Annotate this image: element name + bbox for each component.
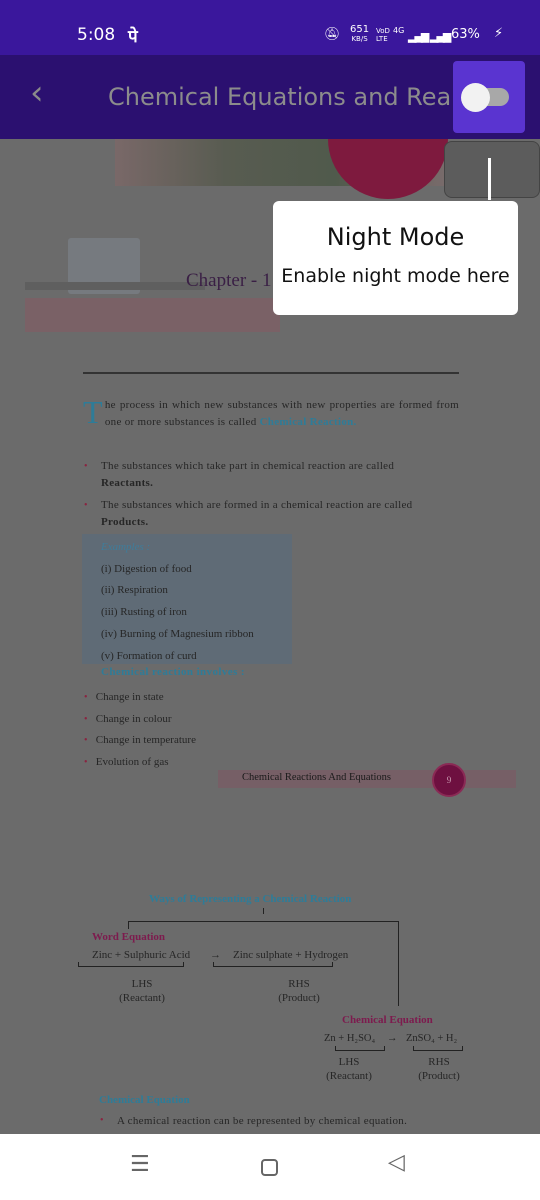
list-item-text: Evolution of gas (95, 756, 169, 769)
word-rhs: Zinc sulphate + Hydrogen (233, 949, 349, 961)
connector-left (128, 921, 129, 929)
home-button[interactable] (261, 1159, 278, 1176)
chem-lhs-label: LHS (Reactant) (318, 1055, 380, 1083)
arrow-line (263, 908, 264, 914)
chem-rhs-bracket (413, 1046, 463, 1051)
back-nav-button[interactable]: ◁ (388, 1150, 405, 1175)
header-box (444, 141, 540, 198)
arrow: → (210, 949, 221, 961)
tooltip-pointer (488, 158, 491, 200)
back-button[interactable]: ‹ (30, 73, 44, 113)
divider (83, 372, 459, 374)
navigation-bar: ☰ ◁ (0, 1134, 540, 1200)
chem-arrow: → (387, 1033, 398, 1044)
reactant-label: (Reactant) (326, 1070, 372, 1082)
list-item-text: Change in temperature (95, 734, 196, 747)
chapter-title-band (25, 298, 280, 332)
rhs-label: RHS (428, 1056, 450, 1068)
signal-icon-2: ▂▄▆ (430, 30, 451, 43)
status-bar: 5:08 पे 🔕︎ 651 KB/S VoD LTE 4G ▂▄▆ ▂▄▆ 63… (0, 0, 540, 55)
drop-cap: T (83, 394, 103, 430)
toggle-knob (461, 83, 490, 112)
chapter-label: Chapter - 1 (186, 270, 272, 291)
bullet-products: • The substances which are formed in a ch… (84, 499, 413, 528)
network-type: 4G (393, 26, 405, 35)
volte-icon: VoD LTE (376, 27, 390, 43)
involves-list: • Change in state • Change in colour • C… (84, 687, 196, 774)
speed-unit: KB/S (351, 35, 368, 43)
page-title: Chemical Equations and Rea... (108, 83, 475, 111)
tooltip-title: Night Mode (326, 223, 465, 251)
list-item: • Change in colour (84, 712, 172, 725)
involves-title: Chemical reaction involves : (101, 666, 245, 678)
example-item: (i) Digestion of food (101, 562, 192, 575)
word-lhs: Zinc + Sulphuric Acid (92, 949, 191, 961)
bullet-term: Products. (101, 516, 149, 528)
recent-apps-button[interactable]: ☰ (130, 1152, 150, 1177)
intro-paragraph: T he process in which new substances wit… (83, 394, 459, 431)
page-number-badge: 9 (432, 763, 466, 797)
night-mode-toggle[interactable] (453, 61, 525, 133)
word-equation-title: Word Equation (92, 931, 166, 943)
chemical-equation-title: Chemical Equation (342, 1014, 433, 1026)
lhs-label: LHS (131, 978, 153, 990)
product-label: (Product) (278, 992, 320, 1004)
example-item: (iii) Rusting of iron (101, 606, 187, 619)
rhs-label: RHS (288, 978, 310, 990)
bullet-reactants: • The substances which take part in chemi… (84, 460, 395, 489)
charging-icon: ⚡︎ (494, 26, 504, 41)
example-item: (iv) Burning of Magnesium ribbon (101, 627, 254, 640)
chem-rhs-label: RHS (Product) (408, 1055, 470, 1083)
footer-title: Chemical Reactions And Equations (242, 772, 392, 783)
examples-box: Examples : (i) Digestion of food (ii) Re… (82, 534, 292, 664)
bullet-text: The substances which take part in chemic… (101, 460, 395, 472)
connector-right (398, 921, 399, 1006)
banner-circle (328, 139, 448, 199)
list-item: • Change in state (84, 691, 164, 703)
section-title: Chemical Equation (99, 1094, 190, 1106)
speed-indicator: 651 KB/S (350, 25, 369, 44)
notification-icon: पे (128, 27, 138, 47)
examples-title: Examples : (101, 541, 151, 553)
app-bar: ‹ Chemical Equations and Rea... (0, 55, 540, 139)
battery-level: 63% (451, 27, 480, 42)
chem-lhs: Zn + H₂SO₄ (324, 1033, 376, 1044)
intro-term: Chemical Reaction. (259, 416, 357, 428)
signal-icon: ▂▄▆ (408, 30, 429, 43)
lhs-label: LHS (338, 1056, 360, 1068)
section-text-content: A chemical reaction can be represented b… (117, 1115, 408, 1127)
ways-title: Ways of Representing a Chemical Reaction (149, 893, 352, 905)
example-item: (v) Formation of curd (101, 649, 197, 662)
section-text: • A chemical reaction can be represented … (100, 1115, 408, 1127)
chem-lhs-bracket (335, 1046, 385, 1051)
rhs-bracket (213, 962, 333, 967)
chem-rhs: ZnSO₄ + H₂ (406, 1033, 458, 1044)
mute-icon: 🔕︎ (324, 27, 341, 42)
list-item-text: Change in colour (95, 712, 172, 725)
word-lhs-label: LHS (Reactant) (100, 977, 184, 1005)
list-item-text: Change in state (95, 691, 164, 703)
speed-value: 651 (350, 24, 370, 35)
tooltip-text: Enable night mode here (281, 265, 510, 287)
reactant-label: (Reactant) (119, 992, 165, 1004)
chapter-rule (25, 282, 205, 290)
connector-line (128, 921, 399, 922)
lhs-bracket (78, 962, 184, 967)
product-label: (Product) (418, 1070, 460, 1082)
list-item: • Evolution of gas (84, 756, 169, 769)
night-mode-tooltip: Night Mode Enable night mode here (273, 201, 518, 315)
bullet-term: Reactants. (101, 477, 154, 489)
bullet-text: The substances which are formed in a che… (101, 499, 413, 511)
word-rhs-label: RHS (Product) (257, 977, 341, 1005)
list-item: • Change in temperature (84, 734, 196, 747)
clock: 5:08 (77, 25, 116, 45)
example-item: (ii) Respiration (101, 584, 168, 597)
